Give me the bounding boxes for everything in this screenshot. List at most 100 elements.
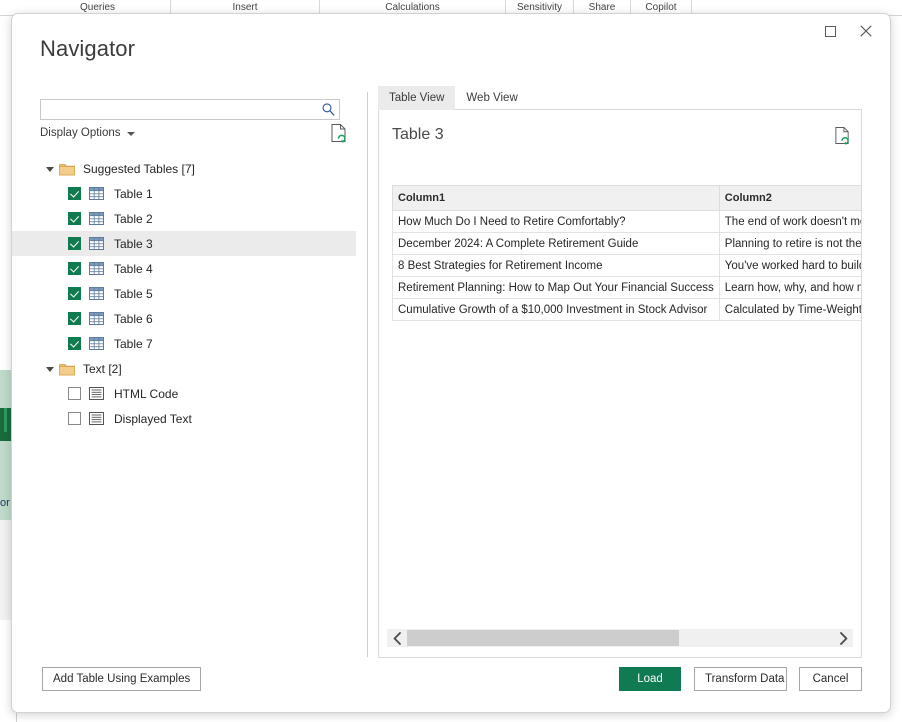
tree-item-table-2[interactable]: Table 2 bbox=[12, 206, 356, 231]
table-icon bbox=[89, 187, 104, 200]
scroll-right-button[interactable] bbox=[833, 629, 853, 647]
expander-triangle-icon[interactable] bbox=[46, 366, 54, 372]
checkbox[interactable] bbox=[68, 312, 81, 325]
checkbox[interactable] bbox=[68, 387, 81, 400]
tree-item-html-code[interactable]: HTML Code bbox=[12, 381, 356, 406]
tree-group-text[interactable]: Text [2] bbox=[12, 356, 356, 381]
checkbox[interactable] bbox=[68, 262, 81, 275]
scroll-left-button[interactable] bbox=[387, 629, 407, 647]
folder-icon bbox=[59, 363, 75, 375]
table-column-header[interactable]: Column2 bbox=[718, 185, 861, 211]
table-cell: How Much Do I Need to Retire Comfortably… bbox=[392, 210, 720, 233]
tree-item-label: Displayed Text bbox=[114, 411, 192, 426]
table-row: December 2024: A Complete Retirement Gui… bbox=[392, 232, 861, 255]
table-row: Retirement Planning: How to Map Out Your… bbox=[392, 276, 861, 299]
preview-refresh-document-icon[interactable] bbox=[834, 126, 851, 145]
table-cell: Calculated by Time-Weighted Return since… bbox=[718, 298, 861, 321]
display-options-label: Display Options bbox=[40, 127, 121, 139]
tree-item-label: Table 5 bbox=[114, 286, 153, 301]
tab-table-view[interactable]: Table View bbox=[378, 86, 456, 110]
preview-table-body: How Much Do I Need to Retire Comfortably… bbox=[392, 210, 861, 321]
checkbox[interactable] bbox=[68, 212, 81, 225]
tree-item-label: Table 2 bbox=[114, 211, 153, 226]
table-cell: Retirement Planning: How to Map Out Your… bbox=[392, 276, 720, 299]
tree-item-label: Table 4 bbox=[114, 261, 153, 276]
expander-triangle-icon[interactable] bbox=[46, 166, 54, 172]
dialog-footer: Add Table Using Examples Load Transform … bbox=[12, 656, 890, 712]
table-icon bbox=[89, 262, 104, 275]
table-icon bbox=[89, 312, 104, 325]
table-cell: 8 Best Strategies for Retirement Income bbox=[392, 254, 720, 277]
chevron-left-icon bbox=[393, 631, 401, 645]
folder-icon bbox=[59, 363, 75, 375]
navigator-left-pane: Display Options Suggested Tables [7] Tabl… bbox=[12, 82, 356, 657]
checkbox[interactable] bbox=[68, 337, 81, 350]
table-icon bbox=[89, 237, 104, 250]
table-icon bbox=[89, 212, 104, 225]
load-button[interactable]: Load bbox=[619, 667, 681, 691]
table-row: Cumulative Growth of a $10,000 Investmen… bbox=[392, 298, 861, 321]
tree-item-label: Table 7 bbox=[114, 336, 153, 351]
display-options-dropdown[interactable]: Display Options bbox=[40, 127, 135, 139]
text-icon bbox=[89, 387, 104, 400]
table-icon bbox=[89, 287, 104, 300]
search-icon[interactable] bbox=[321, 102, 336, 117]
tree-item-table-1[interactable]: Table 1 bbox=[12, 181, 356, 206]
table-icon bbox=[89, 312, 104, 325]
background-text-fragment: or bbox=[0, 497, 10, 509]
tree-item-table-4[interactable]: Table 4 bbox=[12, 256, 356, 281]
table-icon bbox=[89, 337, 104, 350]
checkbox[interactable] bbox=[68, 412, 81, 425]
preview-table: Column1 Column2 How Much Do I Need to Ret… bbox=[392, 185, 861, 321]
table-icon bbox=[89, 287, 104, 300]
tab-web-view[interactable]: Web View bbox=[455, 86, 528, 110]
view-tab-bar: Table View Web View bbox=[378, 86, 862, 110]
chevron-right-icon bbox=[839, 631, 847, 645]
table-icon bbox=[89, 187, 104, 200]
table-cell: Cumulative Growth of a $10,000 Investmen… bbox=[392, 298, 720, 321]
maximize-button[interactable] bbox=[812, 17, 848, 45]
table-icon bbox=[89, 212, 104, 225]
refresh-document-icon[interactable] bbox=[330, 123, 348, 143]
tree-item-displayed-text[interactable]: Displayed Text bbox=[12, 406, 356, 431]
search-input[interactable] bbox=[45, 100, 321, 121]
tree-item-label: HTML Code bbox=[114, 386, 179, 401]
tree-group-suggested-tables[interactable]: Suggested Tables [7] bbox=[12, 156, 356, 181]
text-document-icon bbox=[89, 387, 104, 400]
maximize-icon bbox=[824, 25, 836, 37]
table-cell: December 2024: A Complete Retirement Gui… bbox=[392, 232, 720, 255]
tree-item-table-6[interactable]: Table 6 bbox=[12, 306, 356, 331]
table-icon bbox=[89, 262, 104, 275]
close-button[interactable] bbox=[848, 17, 884, 45]
checkbox[interactable] bbox=[68, 237, 81, 250]
tree-group-label: Suggested Tables [7] bbox=[83, 161, 195, 176]
table-cell: Learn how, why, and how much to save for… bbox=[718, 276, 861, 299]
table-column-header[interactable]: Column1 bbox=[392, 185, 720, 211]
navigator-dialog: Navigator Display Options Suggested Tabl… bbox=[11, 13, 891, 713]
tree-item-table-5[interactable]: Table 5 bbox=[12, 281, 356, 306]
chevron-down-icon bbox=[126, 132, 135, 136]
tree-group-label: Text [2] bbox=[83, 361, 122, 376]
table-cell: The end of work doesn't mean the end of … bbox=[718, 210, 861, 233]
table-cell: You've worked hard to build your nest eg… bbox=[718, 254, 861, 277]
tree-item-table-7[interactable]: Table 7 bbox=[12, 331, 356, 356]
checkbox[interactable] bbox=[68, 287, 81, 300]
text-document-icon bbox=[89, 412, 104, 425]
folder-icon bbox=[59, 163, 75, 175]
table-row: 8 Best Strategies for Retirement Income Y… bbox=[392, 254, 861, 277]
add-table-using-examples-button[interactable]: Add Table Using Examples bbox=[42, 667, 202, 691]
cancel-button[interactable]: Cancel bbox=[799, 667, 862, 691]
tree-item-label: Table 1 bbox=[114, 186, 153, 201]
source-tree: Suggested Tables [7] Table 1 Table 2 Table … bbox=[12, 156, 356, 626]
transform-data-button[interactable]: Transform Data bbox=[694, 667, 787, 691]
tree-item-table-3[interactable]: Table 3 bbox=[12, 231, 356, 256]
search-box[interactable] bbox=[40, 99, 340, 121]
scrollbar-thumb[interactable] bbox=[407, 630, 679, 646]
page-title: Navigator bbox=[40, 36, 136, 61]
preview-horizontal-scrollbar[interactable] bbox=[387, 629, 853, 647]
preview-table-header-row: Column1 Column2 bbox=[392, 185, 861, 211]
table-icon bbox=[89, 337, 104, 350]
checkbox[interactable] bbox=[68, 187, 81, 200]
table-icon bbox=[89, 237, 104, 250]
scrollbar-track[interactable] bbox=[407, 629, 833, 647]
